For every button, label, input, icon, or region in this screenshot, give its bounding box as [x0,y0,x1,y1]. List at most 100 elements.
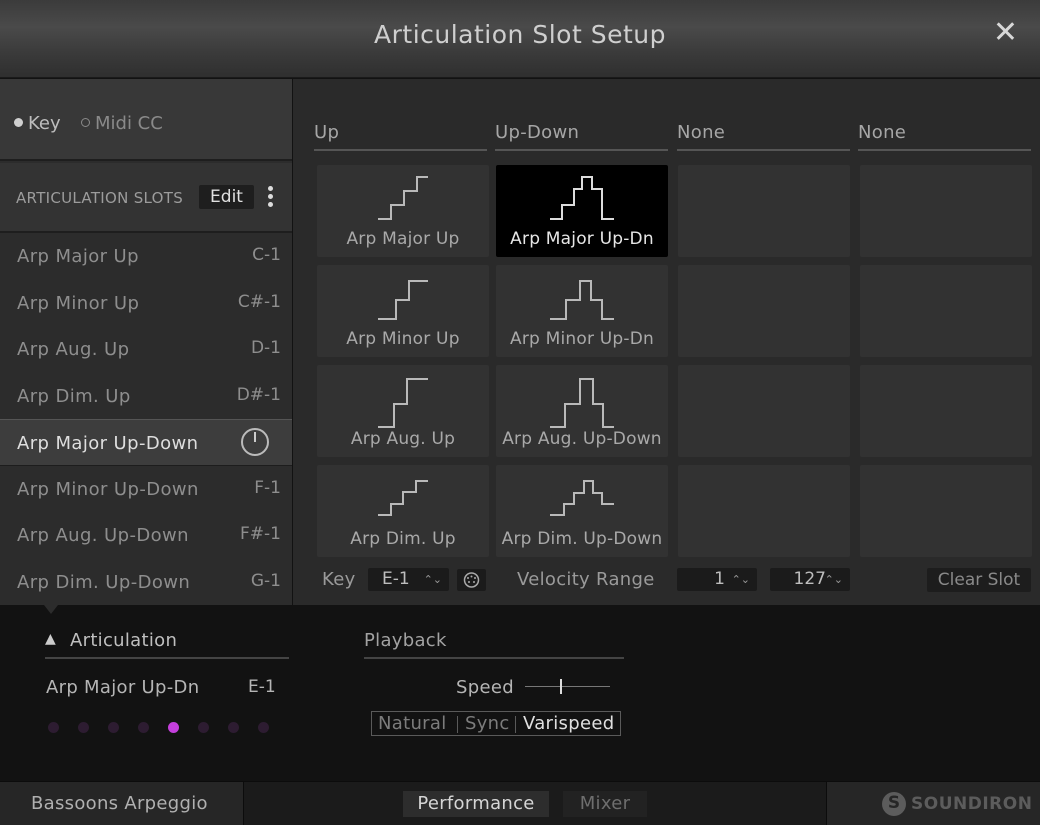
articulation-cell[interactable]: Arp Major Up [317,165,489,257]
empty-cell[interactable] [678,165,850,257]
clear-slot-button[interactable]: Clear Slot [927,568,1031,592]
articulation-dot[interactable] [198,722,209,733]
empty-cell[interactable] [678,365,850,457]
slot-item[interactable]: Arp Minor Up C#-1 [0,280,292,327]
speed-label: Speed [456,677,514,698]
articulation-dot[interactable] [48,722,59,733]
radio-key-label: Key [28,113,61,134]
key-label: Key [322,569,356,590]
slots-label: ARTICULATION SLOTS [16,189,184,207]
slot-name: Arp Aug. Up [17,339,130,360]
radio-key[interactable]: Key [14,113,61,134]
slot-list: Arp Major Up C-1 Arp Minor Up C#-1 Arp A… [0,233,292,605]
slot-key: D#-1 [236,384,281,405]
articulation-dot[interactable] [78,722,89,733]
step-up-down-icon [550,378,614,428]
empty-cell[interactable] [678,465,850,557]
cell-label: Arp Dim. Up [350,529,456,549]
slot-key: F#-1 [240,524,281,544]
slot-name: Arp Dim. Up-Down [17,571,191,593]
velocity-max-field[interactable]: 127 ⌃⌄ [770,568,850,591]
mode-natural[interactable]: Natural [378,713,447,734]
articulation-cell[interactable]: Arp Minor Up [317,265,489,357]
slots-sidebar: Key Midi CC ARTICULATION SLOTS Edit Arp … [0,79,292,605]
articulation-cell[interactable]: Arp Aug. Up-Down [496,365,668,457]
current-articulation-name: Arp Major Up-Dn [46,677,200,698]
key-dropdown[interactable]: E-1 ⌃⌄ [368,568,449,591]
articulation-dot[interactable] [138,722,149,733]
updown-icon: ⌃⌄ [423,573,442,586]
slot-item-active[interactable]: Arp Major Up-Down [0,419,292,466]
cell-label: Arp Aug. Up-Down [502,429,662,449]
current-articulation-key: E-1 [248,677,276,697]
step-up-down-icon [550,176,614,220]
slider-thumb[interactable] [560,679,562,694]
velocity-range-label: Velocity Range [517,569,655,590]
column-header-up-down: Up-Down [495,122,668,151]
cell-label: Arp Aug. Up [350,429,456,449]
articulation-dot-active[interactable] [168,722,179,733]
velocity-min-value: 1 [714,569,725,589]
more-menu-icon[interactable] [264,184,276,212]
slot-name: Arp Major Up-Down [17,433,199,454]
slot-name: Arp Minor Up-Down [17,478,199,500]
articulation-cell-selected[interactable]: Arp Major Up-Dn [496,165,668,257]
midi-learn-icon[interactable] [457,569,486,591]
collapse-triangle-icon[interactable]: ▲ [45,631,56,647]
slot-key: C#-1 [237,291,281,312]
slot-item[interactable]: Arp Aug. Up D-1 [0,326,292,373]
slot-name: Arp Minor Up [17,292,140,314]
empty-cell[interactable] [860,165,1032,257]
slot-item[interactable]: Arp Dim. Up-Down G-1 [0,559,292,606]
speed-slider[interactable] [525,677,610,697]
slot-item[interactable]: Arp Aug. Up-Down F#-1 [0,512,292,559]
articulation-playback-panel: ▲ Articulation Arp Major Up-Dn E-1 Playb… [0,605,1040,781]
mode-sync[interactable]: Sync [465,713,510,734]
empty-cell[interactable] [860,365,1032,457]
step-up-icon [378,378,428,428]
articulation-title: Articulation [70,630,178,651]
updown-icon: ⌃⌄ [824,573,843,586]
slot-key: C-1 [252,245,281,265]
updown-icon: ⌃⌄ [731,573,750,586]
empty-cell[interactable] [860,265,1032,357]
tab-performance[interactable]: Performance [403,791,549,817]
column-header-none-1: None [677,122,850,151]
radio-on-icon [14,118,23,127]
column-header-up: Up [314,122,487,151]
mode-varispeed[interactable]: Varispeed [523,713,614,734]
step-up-down-icon [550,480,614,516]
articulation-dot[interactable] [228,722,239,733]
articulation-header[interactable]: ▲ Articulation [45,630,289,659]
step-up-down-icon [550,280,614,320]
articulation-cell[interactable]: Arp Dim. Up-Down [496,465,668,557]
slot-item[interactable]: Arp Dim. Up D#-1 [0,373,292,420]
tab-mixer[interactable]: Mixer [563,791,647,817]
playback-mode-selector: Natural Sync Varispeed [371,711,621,736]
articulation-dot[interactable] [108,722,119,733]
slot-item[interactable]: Arp Minor Up-Down F-1 [0,466,292,513]
window-title: Articulation Slot Setup [374,20,666,49]
slot-key: F-1 [254,477,281,498]
articulation-cell[interactable]: Arp Dim. Up [317,465,489,557]
learn-knob-icon[interactable] [241,428,269,456]
radio-midi-cc[interactable]: Midi CC [81,113,163,134]
articulation-cell[interactable]: Arp Minor Up-Dn [496,265,668,357]
cell-label: Arp Dim. Up-Down [501,529,663,549]
cell-label: Arp Minor Up-Dn [509,329,654,349]
instrument-name: Bassoons Arpeggio [31,793,208,814]
column-header-none-2: None [858,122,1031,151]
articulation-dot[interactable] [258,722,269,733]
empty-cell[interactable] [678,265,850,357]
title-bar: Articulation Slot Setup ✕ [0,0,1040,78]
logo-text: SOUNDIRON [911,794,1033,814]
velocity-min-field[interactable]: 1 ⌃⌄ [677,568,757,591]
slot-key: D-1 [250,338,281,358]
slot-item[interactable]: Arp Major Up C-1 [0,233,292,280]
edit-button[interactable]: Edit [199,185,254,209]
articulation-cell[interactable]: Arp Aug. Up [317,365,489,457]
close-icon[interactable]: ✕ [993,18,1018,48]
empty-cell[interactable] [860,465,1032,557]
footer-tabs: Performance Mixer [243,782,827,825]
trigger-mode-group: Key Midi CC [0,79,292,161]
